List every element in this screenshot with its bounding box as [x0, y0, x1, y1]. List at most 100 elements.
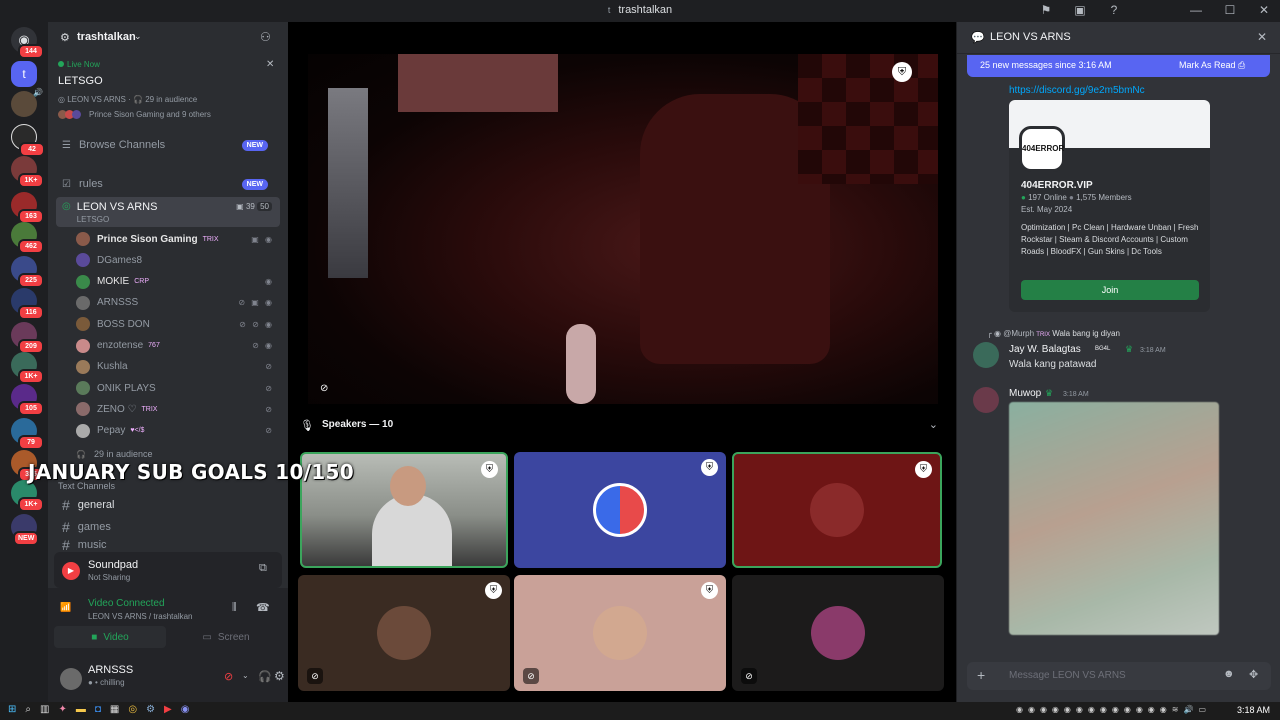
reply-preview[interactable]: ╭ ◉ @Murph TRIX Wala bang ig diyan: [987, 329, 1120, 338]
steam-icon[interactable]: ⚙: [146, 704, 155, 715]
voice-member[interactable]: Kushla ⊘: [76, 357, 282, 377]
tray-icon[interactable]: ◉: [1076, 705, 1083, 714]
speakers-header[interactable]: 🎙 Speakers — 10 ⌄: [300, 418, 944, 434]
file-explorer-icon[interactable]: ▬: [76, 704, 86, 715]
avatar[interactable]: [60, 668, 82, 690]
signal-icon[interactable]: 📶: [60, 602, 71, 613]
search-icon[interactable]: ⌕: [25, 704, 31, 715]
tray-icon[interactable]: ◉: [1100, 705, 1107, 714]
voice-member[interactable]: DGames8: [76, 250, 282, 270]
taskbar-clock[interactable]: 3:18 AM: [1237, 705, 1270, 715]
video-button[interactable]: ■ Video: [54, 626, 166, 648]
speaker-tile[interactable]: ⊘: [732, 575, 944, 691]
maximize-button[interactable]: ☐: [1222, 3, 1238, 17]
store-icon[interactable]: ▦: [110, 704, 119, 715]
help-icon[interactable]: ?: [1106, 3, 1122, 17]
tray-icon[interactable]: ◉: [1160, 705, 1167, 714]
emoji-icon[interactable]: ☻: [1223, 668, 1235, 680]
server-icon[interactable]: 1K+: [11, 352, 44, 384]
invite-link[interactable]: https://discord.gg/9e2m5bmNc: [1009, 85, 1145, 96]
speaker-tile[interactable]: ⛨ ⊘: [514, 575, 726, 691]
mic-muted-icon[interactable]: ⊘: [224, 670, 233, 683]
server-icon[interactable]: 163: [11, 192, 44, 224]
tray-icon[interactable]: ◉: [1124, 705, 1131, 714]
featured-video[interactable]: ⛨ ⊘: [308, 54, 938, 404]
chevron-down-icon[interactable]: ⌄: [929, 418, 938, 431]
server-icon[interactable]: 225: [11, 256, 44, 288]
channel-rules[interactable]: ☑ rules NEW: [56, 173, 280, 195]
speaker-tile[interactable]: ⛨ ⊘: [298, 575, 510, 691]
tray-icon[interactable]: ◉: [1088, 705, 1095, 714]
screen-share-button[interactable]: ▭ Screen: [170, 626, 282, 648]
avatar[interactable]: [973, 342, 999, 368]
mark-as-read-button[interactable]: Mark As Read ⎙: [1179, 60, 1245, 71]
shield-icon[interactable]: ⛨: [481, 461, 498, 478]
discord-home-icon[interactable]: ◉ 144: [11, 27, 44, 59]
shield-icon[interactable]: ⛨: [701, 582, 718, 599]
voice-member[interactable]: Prince Sison Gaming TRIX ▣ ◉: [76, 229, 282, 249]
tray-icon[interactable]: ◉: [1148, 705, 1155, 714]
disconnect-icon[interactable]: ☎: [256, 601, 270, 614]
speaker-tile[interactable]: ⛨: [732, 452, 942, 568]
speaker-tile[interactable]: ⛨: [514, 452, 726, 568]
voice-member[interactable]: ZENO ♡ TRIX ⊘: [76, 399, 282, 419]
channel-games[interactable]: # games: [56, 516, 280, 538]
discord-icon[interactable]: ◉: [181, 704, 190, 715]
shield-icon[interactable]: ⛨: [892, 62, 912, 82]
close-chat-icon[interactable]: ✕: [1257, 30, 1267, 44]
channel-general[interactable]: # general: [56, 494, 280, 516]
new-messages-bar[interactable]: 25 new messages since 3:16 AM Mark As Re…: [967, 55, 1270, 77]
shield-icon[interactable]: ⛨: [701, 459, 718, 476]
message-author[interactable]: Jay W. Balagtas: [1009, 344, 1081, 355]
inbox-flag-icon[interactable]: ⚑: [1038, 3, 1054, 17]
server-icon[interactable]: 42: [11, 124, 45, 157]
avatar[interactable]: [973, 387, 999, 413]
join-button[interactable]: Join: [1021, 280, 1199, 300]
voice-member[interactable]: BOSS DON ⊘ ⊘ ◉: [76, 314, 282, 334]
wifi-icon[interactable]: ≋: [1172, 705, 1179, 714]
browse-channels[interactable]: ☰ Browse Channels NEW: [56, 134, 280, 156]
shield-icon[interactable]: ⛨: [485, 582, 502, 599]
close-button[interactable]: ✕: [1256, 3, 1272, 17]
task-view-icon[interactable]: ▥: [40, 704, 49, 715]
tray-icon[interactable]: ◉: [1028, 705, 1035, 714]
outlook-icon[interactable]: ◘: [95, 704, 101, 715]
server-icon[interactable]: 116: [11, 288, 44, 320]
volume-icon[interactable]: 🔊: [1183, 705, 1193, 714]
voice-member[interactable]: MOKIE CRP ◉: [76, 272, 282, 292]
message-author[interactable]: Muwop: [1009, 388, 1041, 399]
copilot-icon[interactable]: ✦: [58, 704, 66, 715]
add-attachment-icon[interactable]: +: [977, 667, 985, 683]
tray-icon[interactable]: ◉: [1040, 705, 1047, 714]
chevron-down-icon[interactable]: ⌄: [242, 671, 249, 680]
share-screen-icon[interactable]: ⧉: [259, 562, 267, 575]
tray-icon[interactable]: ◉: [1112, 705, 1119, 714]
tray-icon[interactable]: ◉: [1016, 705, 1023, 714]
youtube-icon[interactable]: ▶: [164, 704, 172, 715]
server-header[interactable]: ⚙ trashtalkan ⌄ ⚇: [48, 22, 288, 54]
voice-member[interactable]: Pepay ♥</$ ⊘: [76, 421, 282, 441]
apps-icon[interactable]: ✥: [1249, 668, 1258, 681]
chat-input[interactable]: + Message LEON VS ARNS ☻ ✥: [967, 662, 1271, 690]
windows-start-icon[interactable]: ⊞: [8, 704, 16, 715]
tray-icon[interactable]: ◉: [1052, 705, 1059, 714]
settings-gear-icon[interactable]: ⚙: [274, 669, 285, 683]
voice-member[interactable]: ARNSSS ⊘ ▣ ◉: [76, 293, 282, 313]
server-icon[interactable]: NEW: [11, 514, 40, 546]
channel-music[interactable]: # music: [56, 538, 280, 552]
server-trashtalkan-icon[interactable]: t: [11, 61, 37, 87]
server-icon[interactable]: 79: [11, 418, 44, 450]
chrome-icon[interactable]: ◎: [128, 704, 137, 715]
close-live-icon[interactable]: ✕: [266, 59, 274, 70]
message-image-attachment[interactable]: [1009, 402, 1219, 635]
server-icon[interactable]: 🔊: [11, 88, 43, 117]
shield-icon[interactable]: ⛨: [915, 461, 932, 478]
tray-icon[interactable]: ◉: [1064, 705, 1071, 714]
server-icon[interactable]: 209: [11, 322, 44, 354]
voice-member[interactable]: ONIK PLAYS ⊘: [76, 378, 282, 398]
battery-icon[interactable]: ▭: [1198, 705, 1206, 714]
voice-member[interactable]: enzotense 767 ⊘ ◉: [76, 336, 282, 356]
server-icon[interactable]: 1K+: [11, 156, 44, 188]
tray-icon[interactable]: ◉: [1136, 705, 1143, 714]
add-member-icon[interactable]: ⚇: [260, 30, 271, 44]
